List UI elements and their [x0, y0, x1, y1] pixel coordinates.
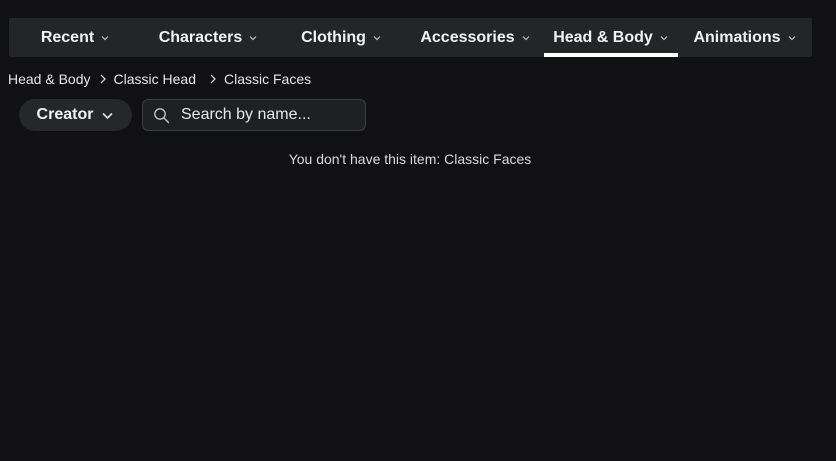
category-nav: Recent Characters Clothing Accessories H… — [9, 18, 812, 57]
tab-label: Head & Body — [553, 28, 653, 46]
tab-head-and-body[interactable]: Head & Body — [544, 18, 678, 57]
tab-recent[interactable]: Recent — [9, 18, 142, 57]
tab-label: Clothing — [301, 28, 366, 46]
breadcrumb-item-classic-faces: Classic Faces — [223, 71, 312, 87]
breadcrumb-item-classic-head[interactable]: Classic Head — [114, 71, 196, 87]
chevron-right-icon — [100, 74, 106, 84]
catalog-page: Recent Characters Clothing Accessories H… — [0, 0, 836, 461]
chevron-down-icon — [522, 35, 530, 40]
search-box — [142, 99, 388, 131]
search-icon — [154, 107, 170, 123]
tab-label: Characters — [158, 28, 243, 46]
chevron-down-icon — [102, 112, 114, 119]
creator-filter-label: Creator — [36, 106, 94, 123]
tab-label: Recent — [40, 28, 95, 46]
tab-label: Animations — [693, 28, 781, 46]
tab-accessories[interactable]: Accessories — [408, 18, 543, 57]
breadcrumb-item-head-and-body[interactable]: Head & Body — [8, 71, 91, 87]
chevron-down-icon — [249, 35, 257, 40]
chevron-right-icon — [210, 74, 216, 84]
creator-filter-button[interactable]: Creator — [19, 99, 132, 131]
chevron-down-icon — [101, 35, 109, 40]
chevron-down-icon — [660, 35, 668, 40]
chevron-down-icon — [373, 35, 381, 40]
empty-state-message: You don't have this item: Classic Faces — [288, 151, 532, 167]
search-input[interactable] — [181, 100, 388, 130]
chevron-down-icon — [788, 35, 795, 40]
tab-characters[interactable]: Characters — [142, 18, 275, 57]
tab-label: Accessories — [420, 28, 515, 46]
tab-animations[interactable]: Animations — [678, 18, 812, 57]
tab-clothing[interactable]: Clothing — [275, 18, 408, 57]
breadcrumb: Head & Body Classic Head Classic Faces — [8, 70, 311, 88]
